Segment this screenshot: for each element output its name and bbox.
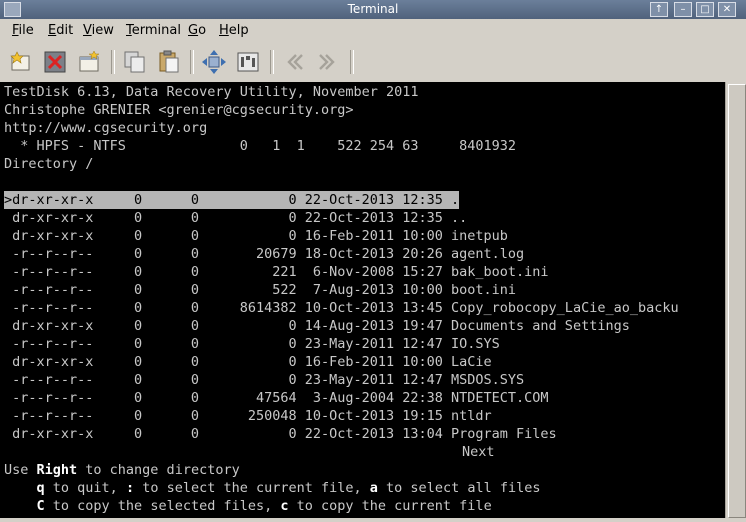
menu-file[interactable]: File bbox=[12, 23, 34, 38]
vertical-scrollbar[interactable] bbox=[725, 82, 746, 518]
file-entry-row[interactable]: -r--r--r-- 0 0 20679 18-Oct-2013 20:26 a… bbox=[4, 245, 524, 263]
help-text: to copy the selected files, bbox=[44, 498, 281, 514]
file-entry-row[interactable]: -r--r--r-- 0 0 8614382 10-Oct-2013 13:45… bbox=[4, 299, 678, 317]
minimize-button[interactable]: – bbox=[674, 2, 692, 17]
help-text: Use bbox=[4, 462, 37, 478]
help-line: q to quit, : to select the current file,… bbox=[4, 479, 541, 497]
toolbar bbox=[0, 44, 746, 83]
menu-terminal[interactable]: Terminal bbox=[126, 23, 181, 38]
close-tab-icon[interactable] bbox=[42, 49, 68, 75]
file-entry-row[interactable]: dr-xr-xr-x 0 0 0 14-Aug-2013 19:47 Docum… bbox=[4, 317, 630, 335]
file-entry-row[interactable]: -r--r--r-- 0 0 522 7-Aug-2013 10:00 boot… bbox=[4, 281, 516, 299]
menu-view-mnemonic: V bbox=[83, 23, 92, 38]
paste-icon[interactable] bbox=[156, 49, 182, 75]
menu-go[interactable]: Go bbox=[188, 23, 206, 38]
help-text: to change directory bbox=[77, 462, 240, 478]
menu-help-rest: elp bbox=[228, 23, 249, 38]
file-entry-row[interactable]: -r--r--r-- 0 0 250048 10-Oct-2013 19:15 … bbox=[4, 407, 492, 425]
help-key: q bbox=[36, 480, 45, 496]
next-page-label[interactable]: Next bbox=[462, 443, 495, 461]
help-text: to quit, bbox=[44, 480, 126, 496]
help-key: a bbox=[369, 480, 378, 496]
file-entry-row[interactable]: >dr-xr-xr-x 0 0 0 22-Oct-2013 12:35 . bbox=[4, 191, 460, 209]
menu-help[interactable]: Help bbox=[219, 23, 249, 38]
menu-view-rest: iew bbox=[91, 23, 114, 38]
terminal-screen[interactable]: TestDisk 6.13, Data Recovery Utility, No… bbox=[0, 82, 725, 518]
menu-go-rest: o bbox=[198, 23, 207, 38]
menu-edit-rest: dit bbox=[56, 23, 74, 38]
header-line-author: Christophe GRENIER <grenier@cgsecurity.o… bbox=[4, 102, 354, 118]
new-window-icon[interactable] bbox=[76, 49, 102, 75]
toolbar-separator bbox=[190, 50, 194, 74]
help-key: C bbox=[36, 498, 45, 514]
help-text: to copy the current file bbox=[288, 498, 492, 514]
file-entry-row[interactable]: -r--r--r-- 0 0 0 23-May-2011 12:47 IO.SY… bbox=[4, 335, 500, 353]
file-entry-row[interactable]: dr-xr-xr-x 0 0 0 16-Feb-2011 10:00 inetp… bbox=[4, 227, 508, 245]
preferences-icon[interactable] bbox=[235, 49, 261, 75]
file-entry-row[interactable]: dr-xr-xr-x 0 0 0 22-Oct-2013 12:35 .. bbox=[4, 209, 467, 227]
partition-info: * HPFS - NTFS 0 1 1 522 254 63 8401932 bbox=[4, 138, 517, 154]
help-line: C to copy the selected files, c to copy … bbox=[4, 497, 492, 515]
help-key: c bbox=[280, 498, 289, 514]
copy-icon[interactable] bbox=[122, 49, 148, 75]
help-line: Use Right to change directory bbox=[4, 461, 240, 479]
help-text bbox=[4, 480, 37, 496]
header-line-title: TestDisk 6.13, Data Recovery Utility, No… bbox=[4, 84, 419, 100]
menu-view[interactable]: View bbox=[83, 23, 114, 38]
menu-edit[interactable]: Edit bbox=[48, 23, 73, 38]
new-tab-icon[interactable] bbox=[8, 49, 34, 75]
menu-go-mnemonic: G bbox=[188, 23, 199, 38]
file-entry-row[interactable]: -r--r--r-- 0 0 47564 3-Aug-2004 22:38 NT… bbox=[4, 389, 548, 407]
help-text bbox=[4, 498, 37, 514]
help-text: to select the current file, bbox=[134, 480, 370, 496]
shade-button[interactable]: ↑ bbox=[650, 2, 668, 17]
toolbar-separator bbox=[111, 50, 115, 74]
file-entry-row[interactable]: dr-xr-xr-x 0 0 0 22-Oct-2013 13:04 Progr… bbox=[4, 425, 557, 443]
scrollbar-thumb[interactable] bbox=[728, 84, 746, 518]
help-key: : bbox=[125, 480, 135, 496]
menu-help-mnemonic: H bbox=[219, 23, 229, 38]
close-button[interactable]: ✕ bbox=[718, 2, 736, 17]
menu-edit-mnemonic: E bbox=[48, 23, 57, 38]
toolbar-separator bbox=[350, 50, 354, 74]
header-line-url: http://www.cgsecurity.org bbox=[4, 120, 208, 136]
directory-label: Directory / bbox=[4, 156, 94, 172]
menu-file-rest: ile bbox=[18, 23, 34, 38]
maximize-button[interactable]: □ bbox=[696, 2, 714, 17]
help-key: Right bbox=[36, 462, 78, 478]
file-entry-row[interactable]: dr-xr-xr-x 0 0 0 16-Feb-2011 10:00 LaCie bbox=[4, 353, 492, 371]
title-bar[interactable]: Terminal ↑ – □ ✕ bbox=[0, 0, 746, 19]
toolbar-separator bbox=[270, 50, 274, 74]
window-bottom-border bbox=[0, 518, 746, 522]
back-arrow-icon[interactable] bbox=[281, 49, 307, 75]
fullscreen-icon[interactable] bbox=[201, 49, 227, 75]
help-text: to select all files bbox=[377, 480, 541, 496]
forward-arrow-icon[interactable] bbox=[315, 49, 341, 75]
file-entry-row[interactable]: -r--r--r-- 0 0 0 23-May-2011 12:47 MSDOS… bbox=[4, 371, 524, 389]
menu-terminal-rest: erminal bbox=[131, 23, 181, 38]
menu-bar: File Edit View Terminal Go Help bbox=[0, 19, 746, 44]
window-title: Terminal bbox=[347, 2, 399, 16]
file-entry-row[interactable]: -r--r--r-- 0 0 221 6-Nov-2008 15:27 bak_… bbox=[4, 263, 548, 281]
